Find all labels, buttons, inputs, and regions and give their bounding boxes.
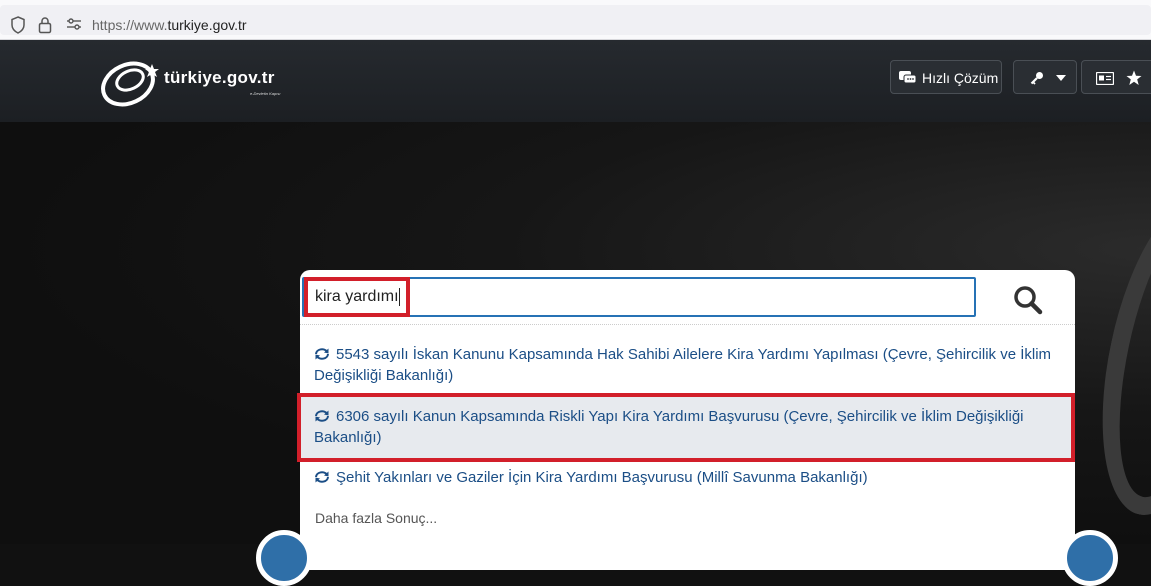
search-divider — [300, 324, 1075, 326]
result-highlight-box — [297, 393, 1075, 462]
right-circle-button[interactable] — [1062, 530, 1118, 586]
key-icon — [1030, 72, 1043, 85]
chat-icon — [899, 71, 917, 84]
logo-subtext: e-Devletin Kapısı — [250, 91, 281, 96]
result-line-1: Şehit Yakınları ve Gaziler İçin Kira Yar… — [336, 469, 868, 486]
star-icon — [1126, 70, 1142, 85]
refresh-icon — [315, 471, 329, 483]
url-text[interactable]: https://www.turkiye.gov.tr — [92, 17, 247, 33]
login-dropdown-button[interactable] — [1013, 60, 1077, 94]
caret-down-icon — [1056, 75, 1066, 81]
search-result-item[interactable]: 5543 sayılı İskan Kanunu Kapsamında Hak … — [300, 344, 1075, 386]
quick-solution-button[interactable]: Hızlı Çözüm — [890, 60, 1002, 94]
url-domain: turkiye.gov.tr — [167, 17, 247, 33]
left-circle-button[interactable] — [256, 530, 312, 586]
search-result-item[interactable]: Şehit Yakınları ve Gaziler İçin Kira Yar… — [300, 467, 1075, 488]
result-line-1: 5543 sayılı İskan Kanunu Kapsamında Hak … — [336, 346, 1052, 363]
quick-solution-label: Hızlı Çözüm — [922, 70, 999, 86]
more-results-link[interactable]: Daha fazla Sonuç... — [315, 510, 437, 526]
lock-icon[interactable] — [38, 16, 52, 34]
logo-swoosh-icon — [101, 61, 159, 107]
refresh-icon — [315, 348, 329, 360]
tune-icon[interactable] — [66, 16, 82, 32]
browser-address-bar: https://www.turkiye.gov.tr — [0, 0, 1151, 40]
account-button[interactable] — [1081, 60, 1151, 94]
search-icon[interactable] — [1012, 284, 1044, 316]
address-field[interactable]: https://www.turkiye.gov.tr — [0, 5, 1151, 35]
query-highlight-box — [304, 277, 410, 317]
shield-icon[interactable] — [10, 16, 26, 34]
url-prefix: https://www. — [92, 17, 168, 33]
search-panel: kira yardımı 5543 sayılı İskan Kanunu Ka… — [297, 270, 1075, 570]
id-card-icon — [1096, 72, 1114, 85]
search-input[interactable]: kira yardımı — [315, 288, 955, 306]
result-line-2: Değişikliği Bakanlığı) — [314, 367, 454, 384]
site-header: türkiye.gov.tr e-Devletin Kapısı Hızlı Ç… — [0, 40, 1151, 122]
site-logo[interactable]: türkiye.gov.tr e-Devletin Kapısı — [100, 58, 310, 108]
logo-text: türkiye.gov.tr — [164, 68, 275, 87]
decorative-ribbon — [1077, 182, 1151, 528]
